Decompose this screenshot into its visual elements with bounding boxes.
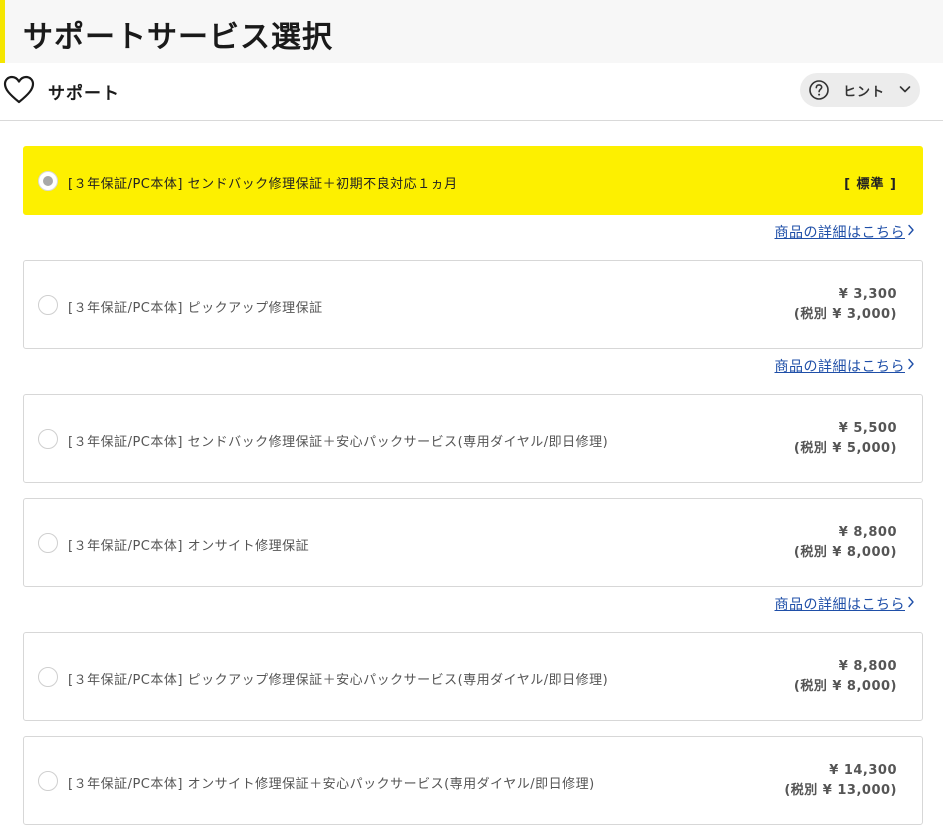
price-tax-included: ¥ 14,300 bbox=[829, 763, 897, 778]
price-tax-excluded: (税別 ¥ 8,000) bbox=[793, 679, 897, 694]
chevron-down-icon bbox=[899, 86, 911, 93]
radio-button[interactable] bbox=[38, 771, 58, 791]
support-option-card[interactable]: [３年保証/PC本体] オンサイト修理保証＋安心パックサービス(専用ダイヤル/即… bbox=[23, 736, 923, 825]
radio-button[interactable] bbox=[38, 429, 58, 449]
section-title: サポート bbox=[48, 84, 120, 104]
price-tax-included: ¥ 8,800 bbox=[838, 659, 897, 674]
chevron-right-icon bbox=[908, 224, 914, 236]
section-header: サポート ヒント bbox=[0, 63, 943, 121]
option-label: [３年保証/PC本体] オンサイト修理保証＋安心パックサービス(専用ダイヤル/即… bbox=[68, 777, 595, 792]
product-details-link[interactable]: 商品の詳細はこちら bbox=[775, 222, 906, 242]
question-circle-icon bbox=[809, 80, 829, 100]
option-label: [３年保証/PC本体] ピックアップ修理保証 bbox=[68, 301, 323, 316]
option-price: ¥ 3,300 (税別 ¥ 3,000) bbox=[794, 285, 897, 325]
radio-button[interactable] bbox=[38, 295, 58, 315]
chevron-right-icon bbox=[908, 358, 914, 370]
hint-button[interactable]: ヒント bbox=[800, 73, 920, 107]
page-header: サポートサービス選択 bbox=[0, 0, 943, 63]
hint-label: ヒント bbox=[843, 85, 886, 100]
page-title: サポートサービス選択 bbox=[23, 20, 333, 55]
option-label: [３年保証/PC本体] センドバック修理保証＋初期不良対応１ヵ月 bbox=[68, 177, 458, 192]
price-tax-included: ¥ 8,800 bbox=[838, 525, 897, 540]
option-label: [３年保証/PC本体] オンサイト修理保証 bbox=[68, 539, 310, 554]
price-tax-included: ¥ 3,300 bbox=[838, 287, 897, 302]
option-price: ¥ 8,800 (税別 ¥ 8,000) bbox=[794, 657, 897, 697]
support-option-card[interactable]: [３年保証/PC本体] オンサイト修理保証 ¥ 8,800 (税別 ¥ 8,00… bbox=[23, 498, 923, 587]
product-details-link[interactable]: 商品の詳細はこちら bbox=[775, 594, 906, 614]
price-tax-excluded: (税別 ¥ 8,000) bbox=[793, 545, 897, 560]
product-details-link[interactable]: 商品の詳細はこちら bbox=[775, 356, 906, 376]
option-label: [３年保証/PC本体] ピックアップ修理保証＋安心パックサービス(専用ダイヤル/… bbox=[68, 673, 609, 688]
option-label: [３年保証/PC本体] センドバック修理保証＋安心パックサービス(専用ダイヤル/… bbox=[68, 435, 609, 450]
price-tax-excluded: (税別 ¥ 13,000) bbox=[784, 783, 897, 798]
radio-button[interactable] bbox=[38, 533, 58, 553]
price-tax-excluded: (税別 ¥ 3,000) bbox=[793, 307, 897, 322]
price-tax-excluded: (税別 ¥ 5,000) bbox=[793, 441, 897, 456]
support-option-card[interactable]: [３年保証/PC本体] ピックアップ修理保証＋安心パックサービス(専用ダイヤル/… bbox=[23, 632, 923, 721]
radio-button[interactable] bbox=[38, 667, 58, 687]
radio-selected-dot bbox=[43, 176, 53, 186]
price-tax-included: ¥ 5,500 bbox=[838, 421, 897, 436]
support-option-card[interactable]: [３年保証/PC本体] センドバック修理保証＋安心パックサービス(専用ダイヤル/… bbox=[23, 394, 923, 483]
option-price: ¥ 8,800 (税別 ¥ 8,000) bbox=[794, 523, 897, 563]
radio-button[interactable] bbox=[38, 171, 58, 191]
option-price: ¥ 5,500 (税別 ¥ 5,000) bbox=[794, 419, 897, 459]
heart-icon[interactable] bbox=[3, 75, 35, 105]
chevron-right-icon bbox=[908, 596, 914, 608]
option-price: ¥ 14,300 (税別 ¥ 13,000) bbox=[784, 761, 897, 801]
support-option-card[interactable]: [３年保証/PC本体] センドバック修理保証＋初期不良対応１ヵ月 [ 標準 ] bbox=[23, 146, 923, 215]
standard-badge: [ 標準 ] bbox=[844, 177, 897, 192]
support-option-card[interactable]: [３年保証/PC本体] ピックアップ修理保証 ¥ 3,300 (税別 ¥ 3,0… bbox=[23, 260, 923, 349]
